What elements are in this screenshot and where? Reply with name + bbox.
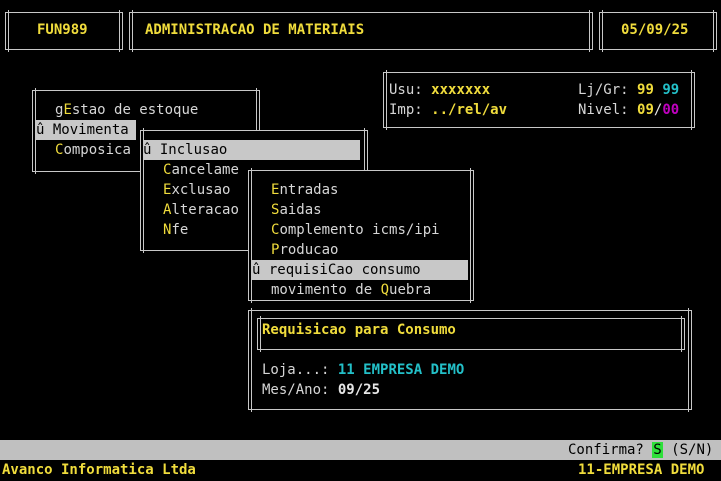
loja-row: Loja...: 11 EMPRESA DEMO (262, 362, 465, 378)
submenu-item-alteracao[interactable]: Alteracao (163, 200, 239, 220)
user-value: xxxxxxx (431, 82, 491, 98)
confirm-prompt: Confirma? S (S/N) (568, 442, 714, 458)
footer-company: Avanco Informatica Ltda (2, 462, 196, 478)
submenu-item-producao[interactable]: Producao (271, 240, 338, 260)
mes-ano-value: 09/25 (337, 382, 381, 398)
level-value: 09 (637, 102, 654, 118)
level-sub-value: 00 (662, 102, 680, 118)
level-row: Nivel: 09/00 (578, 102, 680, 118)
confirm-input[interactable]: S (652, 442, 663, 458)
footer-store: 11-EMPRESA DEMO (578, 462, 705, 478)
submenu-item-entradas[interactable]: Entradas (271, 180, 338, 200)
submenu-item-saidas[interactable]: Saidas (271, 200, 322, 220)
submenu-item-nfe[interactable]: Nfe (163, 220, 188, 240)
menu-item-gestao-estoque[interactable]: gEstao de estoque (55, 100, 198, 120)
printer-value: ../rel/av (431, 102, 508, 118)
menu-item-composicao[interactable]: Composica (55, 140, 131, 160)
submenu-item-requisicao-consumo[interactable]: û requisiCao consumo (252, 260, 468, 280)
submenu-item-cancelamento[interactable]: Cancelame (163, 160, 239, 180)
dialog-title: Requisicao para Consumo (262, 322, 456, 338)
group-value: 99 (662, 82, 680, 98)
page-title: ADMINISTRACAO DE MATERIAIS (145, 22, 365, 38)
loja-value: 11 EMPRESA DEMO (337, 362, 465, 378)
user-row: Usu: xxxxxxx (389, 82, 491, 98)
header-date: 05/09/25 (621, 22, 689, 38)
program-code: FUN989 (37, 22, 88, 38)
menu-item-movimentacao[interactable]: û Movimenta (36, 120, 136, 140)
store-value: 99 (637, 82, 654, 98)
submenu-item-complemento[interactable]: Complemento icms/ipi (271, 220, 440, 240)
mes-ano-row: Mes/Ano: 09/25 (262, 382, 381, 398)
submenu-item-inclusao[interactable]: û Inclusao (143, 140, 360, 160)
printer-row: Imp: ../rel/av (389, 102, 508, 118)
submenu-item-movimento-quebra[interactable]: movimento de Quebra (271, 280, 431, 300)
store-group-row: Lj/Gr: 99 99 (578, 82, 680, 98)
submenu-item-exclusao[interactable]: Exclusao (163, 180, 230, 200)
